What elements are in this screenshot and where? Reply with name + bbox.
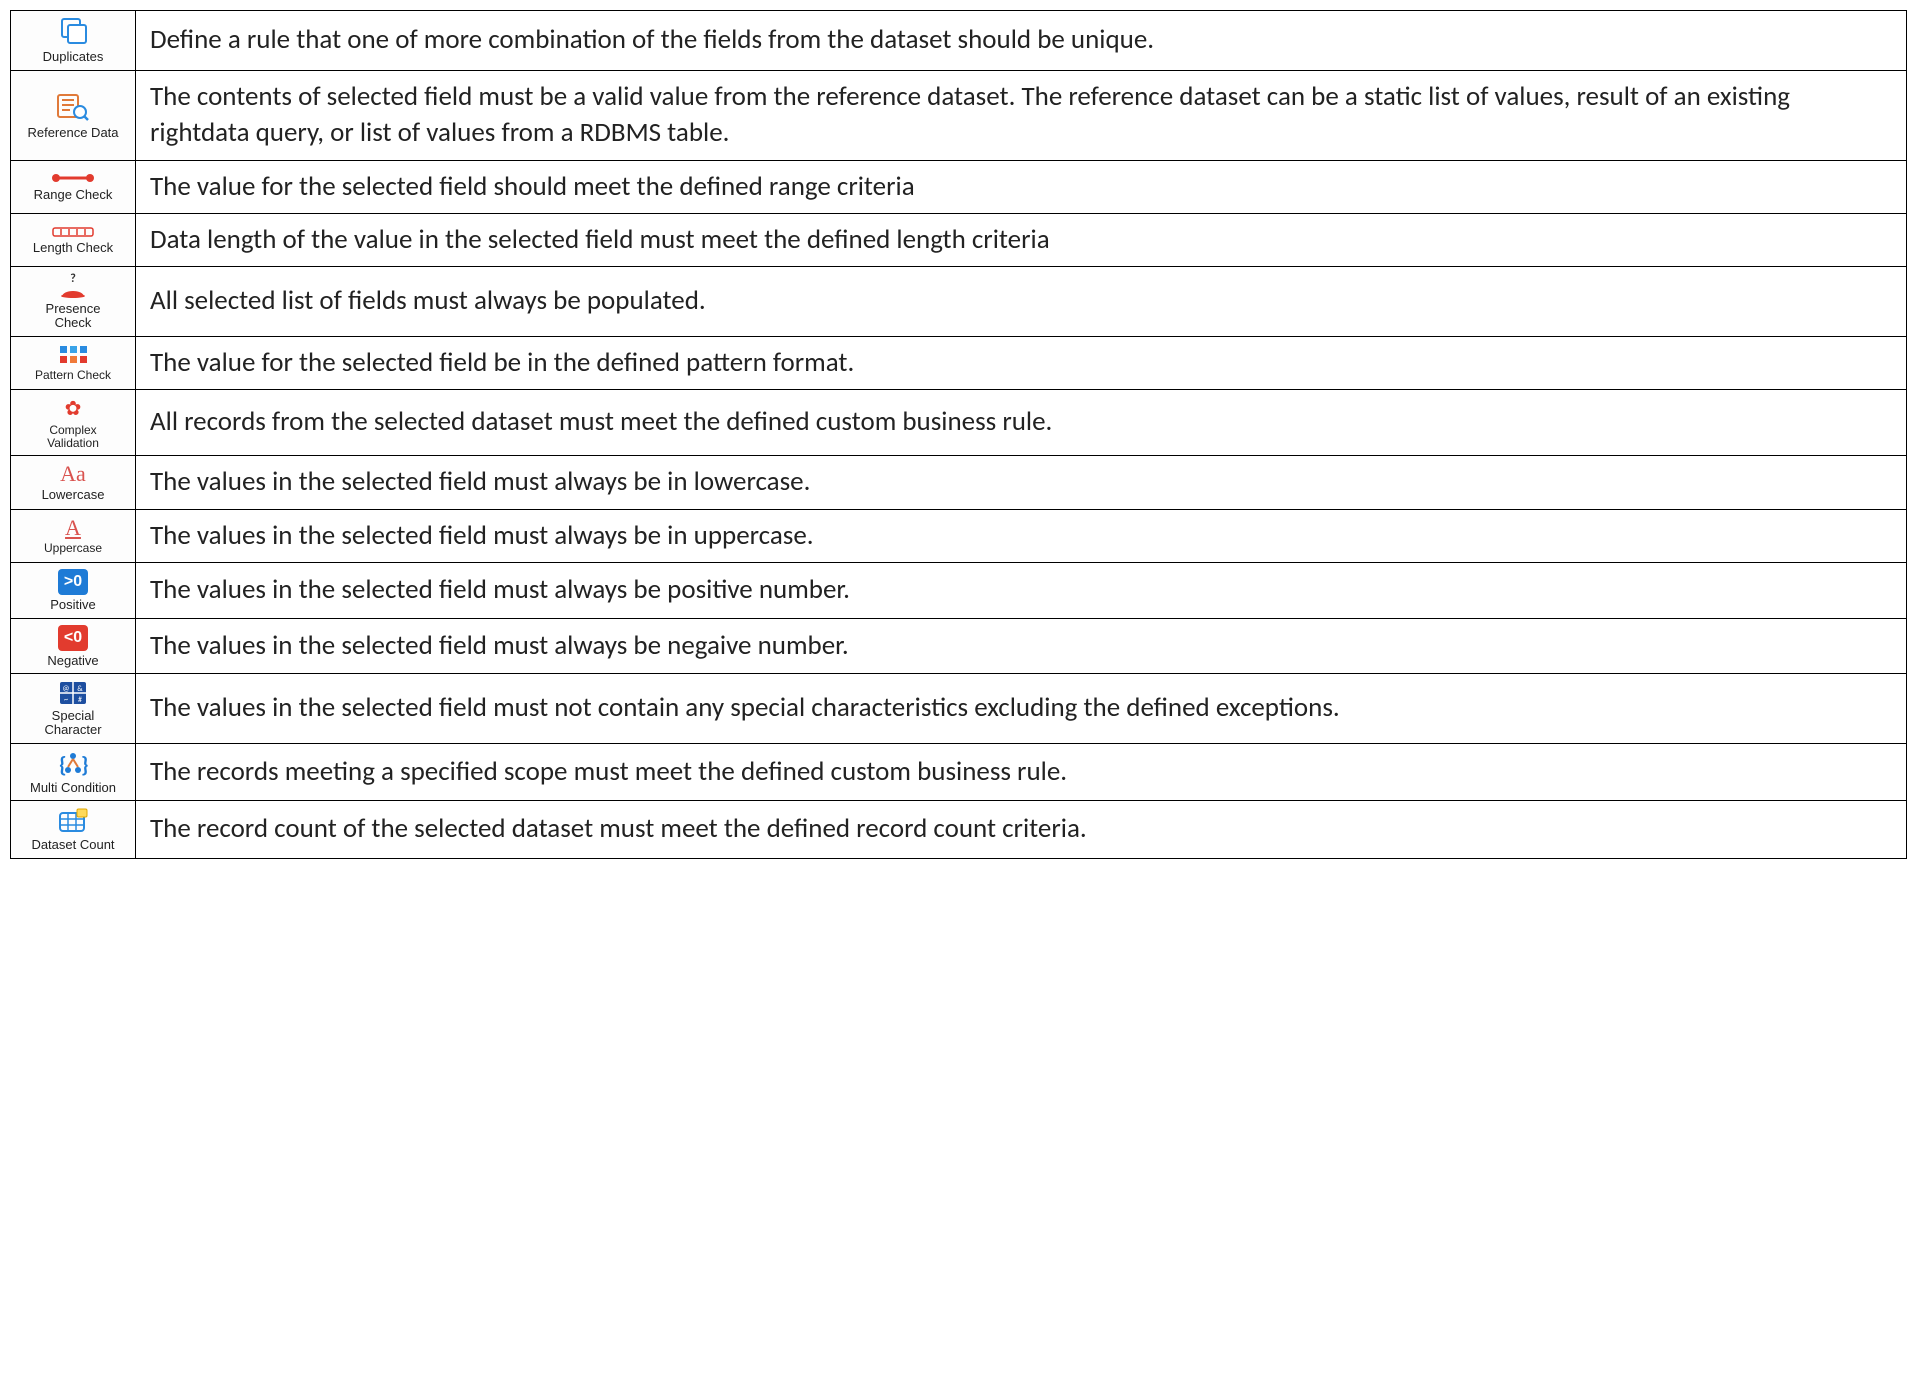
icon-label: Uppercase [44, 542, 102, 555]
icon-label: Duplicates [43, 50, 104, 64]
icon-label: Length Check [33, 241, 113, 255]
icon-label: SpecialCharacter [44, 709, 101, 736]
duplicates-icon [56, 17, 90, 47]
svg-text:{: { [59, 751, 67, 778]
rule-description: Data length of the value in the selected… [136, 213, 1907, 266]
special-character-icon: @ & ~ # [58, 680, 88, 706]
table-row: Aa Lowercase The values in the selected … [11, 456, 1907, 509]
pattern-check-icon [58, 344, 88, 366]
rule-description: The values in the selected field must no… [136, 674, 1907, 743]
rule-description: The contents of selected field must be a… [136, 70, 1907, 160]
rule-description: The records meeting a specified scope mu… [136, 743, 1907, 801]
complex-validation-icon: ✿ [65, 396, 82, 421]
icon-label: Dataset Count [31, 838, 114, 852]
multi-condition-icon: { } [56, 750, 90, 778]
icon-label: Positive [50, 598, 96, 612]
rule-description: The values in the selected field must al… [136, 618, 1907, 674]
lowercase-icon: Aa [60, 463, 86, 485]
rule-description: All records from the selected dataset mu… [136, 390, 1907, 456]
rule-description: The record count of the selected dataset… [136, 801, 1907, 859]
length-check-icon [51, 226, 95, 238]
table-row: Range Check The value for the selected f… [11, 160, 1907, 213]
table-row: <0 Negative The values in the selected f… [11, 618, 1907, 674]
icon-label: Pattern Check [35, 369, 111, 382]
icon-label: ComplexValidation [47, 424, 99, 449]
table-row: { } Multi Condition The records meeting … [11, 743, 1907, 801]
svg-text:}: } [81, 751, 89, 778]
rule-description: All selected list of fields must always … [136, 267, 1907, 336]
svg-text:&: & [77, 684, 83, 694]
rule-description: The values in the selected field must al… [136, 563, 1907, 619]
table-row: A Uppercase The values in the selected f… [11, 509, 1907, 562]
rule-description: The values in the selected field must al… [136, 456, 1907, 509]
presence-check-icon: ? [58, 273, 88, 299]
table-row: Dataset Count The record count of the se… [11, 801, 1907, 859]
table-row: ? PresenceCheck All selected list of fie… [11, 267, 1907, 336]
svg-text:~: ~ [64, 695, 68, 705]
table-row: @ & ~ # SpecialCharacter The values in t… [11, 674, 1907, 743]
icon-label: Reference Data [27, 126, 118, 140]
icon-label: PresenceCheck [46, 302, 101, 329]
positive-icon: >0 [58, 569, 88, 595]
icon-label: Range Check [34, 188, 113, 202]
dataset-count-icon [57, 807, 89, 835]
svg-text:#: # [78, 695, 82, 705]
icon-label: Lowercase [42, 488, 105, 502]
icon-label: Multi Condition [30, 781, 116, 795]
svg-text:@: @ [62, 684, 69, 694]
table-row: Pattern Check The value for the selected… [11, 336, 1907, 389]
reference-data-icon [55, 91, 91, 123]
table-row: Duplicates Define a rule that one of mor… [11, 11, 1907, 71]
uppercase-icon: A [65, 517, 81, 539]
rules-table: Duplicates Define a rule that one of mor… [10, 10, 1907, 859]
rule-description: The value for the selected field be in t… [136, 336, 1907, 389]
table-row: ✿ ComplexValidation All records from the… [11, 390, 1907, 456]
svg-text:?: ? [70, 273, 76, 286]
table-row: Length Check Data length of the value in… [11, 213, 1907, 266]
range-check-icon [50, 171, 96, 185]
table-row: Reference Data The contents of selected … [11, 70, 1907, 160]
icon-label: Negative [47, 654, 98, 668]
rule-description: Define a rule that one of more combinati… [136, 11, 1907, 71]
table-row: >0 Positive The values in the selected f… [11, 563, 1907, 619]
rule-description: The value for the selected field should … [136, 160, 1907, 213]
rule-description: The values in the selected field must al… [136, 509, 1907, 562]
negative-icon: <0 [58, 625, 88, 651]
